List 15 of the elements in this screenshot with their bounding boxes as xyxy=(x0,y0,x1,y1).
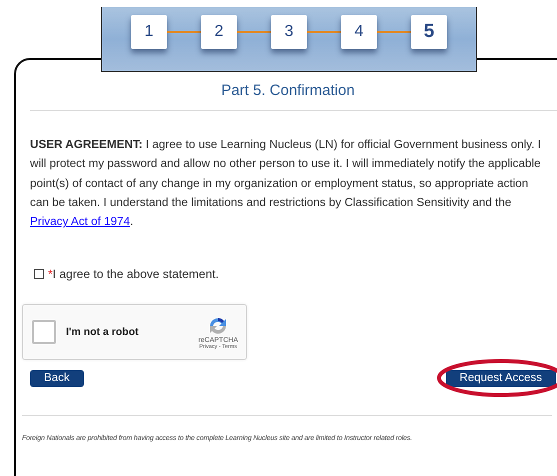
step-tile: 5 xyxy=(411,15,447,49)
request-access-button[interactable]: Request Access xyxy=(446,370,556,388)
step-tile: 1 xyxy=(131,15,167,49)
step-tile: 4 xyxy=(341,15,377,49)
captcha-checkbox[interactable] xyxy=(32,320,56,344)
step-tile: 3 xyxy=(271,15,307,49)
page-title: Part 5. Confirmation xyxy=(221,82,355,99)
agree-checkbox[interactable] xyxy=(34,269,44,280)
required-mark: * xyxy=(48,267,53,282)
step-tile: 2 xyxy=(201,15,237,49)
agree-label: I agree to the above statement. xyxy=(52,267,219,282)
agreement-text: USER AGREEMENT: I agree to use Learning Nucleus (LN) for official Government business only. I will protect my password and allow no other person to use it. I will immediately notify the applicable point(s) of contact of any change in my organization or employment status, so appropriate action can be taken. I understand the limitations and restrictions by Classification Sensitivity and the Privacy Act of 1974. xyxy=(30,137,542,230)
captcha-label: I'm not a robot xyxy=(66,326,140,338)
back-button[interactable]: Back xyxy=(30,370,84,388)
privacy-act-link[interactable]: Privacy Act of 1974 xyxy=(30,215,130,228)
